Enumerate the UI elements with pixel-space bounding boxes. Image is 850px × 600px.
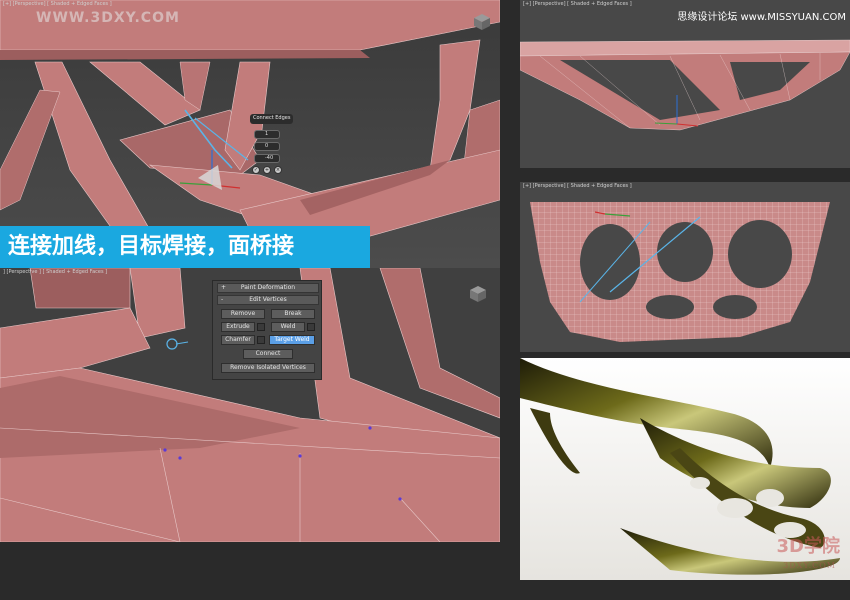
close-icon[interactable]: × [274, 166, 282, 174]
final-render: 3D学院 3DXY.COM [520, 358, 850, 580]
step-banner: 连接加线，目标焊接，面桥接 [0, 226, 370, 268]
viewport-top-right[interactable]: [+] [Perspective] [ Shaded + Edged Faces… [520, 0, 850, 168]
watermark-right: 思缘设计论坛 www.MISSYUAN.COM [677, 12, 846, 23]
edit-vertices-rollout[interactable]: - Edit Vertices [217, 295, 319, 305]
caddy-title: Connect Edges [250, 114, 294, 124]
brand-url: 3DXY.COM [783, 561, 836, 570]
collapse-icon[interactable]: - [221, 296, 223, 304]
weld-button[interactable]: Weld [271, 322, 305, 332]
remove-isolated-vertices-button[interactable]: Remove Isolated Vertices [221, 363, 315, 373]
brand-logo: 3D学院 [776, 536, 840, 557]
chamfer-settings-icon[interactable] [257, 336, 265, 344]
mesh-view-4[interactable] [520, 182, 850, 352]
watermark-top: WWW.3DXY.COM [36, 10, 180, 26]
target-weld-button[interactable]: Target Weld [269, 335, 315, 345]
mesh-view-3[interactable] [520, 0, 850, 168]
segments-spinner[interactable]: 1 [254, 130, 280, 139]
edit-vertices-panel[interactable]: + Paint Deformation - Edit Vertices Remove… [212, 280, 322, 380]
connect-edges-caddy[interactable]: Connect Edges 1 0 -40 ✓ + × [250, 114, 294, 178]
rollout-label: Edit Vertices [249, 296, 287, 303]
plus-icon[interactable]: + [263, 166, 271, 174]
extrude-button[interactable]: Extrude [221, 322, 255, 332]
extrude-settings-icon[interactable] [257, 323, 265, 331]
connect-button[interactable]: Connect [243, 349, 293, 359]
viewcube-icon[interactable] [470, 10, 494, 34]
break-button[interactable]: Break [271, 309, 315, 319]
check-icon[interactable]: ✓ [252, 166, 260, 174]
viewport-label[interactable]: [+] [Perspective] [ Shaded + Edged Faces… [523, 1, 632, 7]
rollout-label: Paint Deformation [240, 284, 296, 291]
paint-deformation-rollout[interactable]: + Paint Deformation [217, 283, 319, 293]
viewport-label[interactable]: ] [Perspective ] [ Shaded + Edged Faces … [3, 269, 107, 275]
expand-icon[interactable]: + [221, 284, 226, 292]
viewport-label[interactable]: [+] [Perspective] [ Shaded + Edged Faces… [523, 183, 632, 189]
viewport-label[interactable]: [+] [Perspective] [ Shaded + Edged Faces… [3, 1, 112, 7]
viewcube-icon[interactable] [466, 282, 490, 306]
weld-settings-icon[interactable] [307, 323, 315, 331]
remove-button[interactable]: Remove [221, 309, 265, 319]
viewport-bottom-left[interactable]: ] [Perspective ] [ Shaded + Edged Faces … [0, 268, 500, 542]
pinch-spinner[interactable]: 0 [254, 142, 280, 151]
chamfer-button[interactable]: Chamfer [221, 335, 255, 345]
viewport-mid-right[interactable]: [+] [Perspective] [ Shaded + Edged Faces… [520, 182, 850, 352]
slide-spinner[interactable]: -40 [254, 154, 280, 163]
